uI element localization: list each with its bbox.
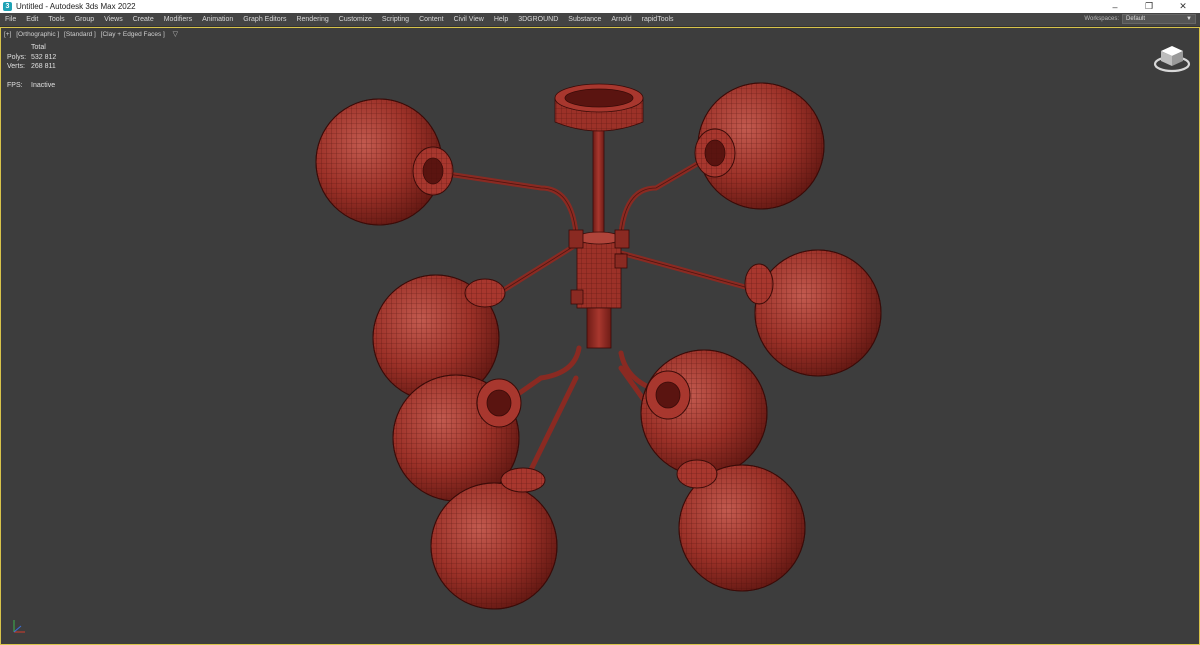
window-title: Untitled - Autodesk 3ds Max 2022 [16,2,136,11]
viewport-point-of-view-menu[interactable]: [Orthographic ] [16,31,59,38]
stats-header: Total [31,44,46,51]
fps-label: FPS: [7,81,23,89]
menu-tools[interactable]: Tools [43,16,69,23]
fps-value: Inactive [31,81,56,89]
menu-edit[interactable]: Edit [21,16,43,23]
viewport-display-menu[interactable]: [Clay + Edged Faces ] [101,31,165,38]
menu-rapidtools[interactable]: rapidTools [637,16,679,23]
workspaces-control: Workspaces: Default ▼ [1084,14,1196,24]
minimize-button[interactable]: – [1098,0,1132,13]
menu-group[interactable]: Group [70,16,99,23]
workspaces-value: Default [1126,16,1146,22]
viewcube-icon[interactable] [1153,42,1191,74]
restore-button[interactable]: ❐ [1132,0,1166,13]
app-window: 3 Untitled - Autodesk 3ds Max 2022 – ❐ ✕… [0,0,1200,645]
menu-substance[interactable]: Substance [563,16,606,23]
menu-help[interactable]: Help [489,16,513,23]
filter-icon[interactable]: ▽ [173,31,178,38]
axis-tripod-icon [13,620,25,633]
menu-rendering[interactable]: Rendering [291,16,333,23]
menu-civil-view[interactable]: Civil View [449,16,489,23]
menu-views[interactable]: Views [99,16,128,23]
workspaces-label: Workspaces: [1084,16,1119,22]
menu-content[interactable]: Content [414,16,449,23]
menu-arnold[interactable]: Arnold [606,16,636,23]
workspaces-dropdown[interactable]: Default ▼ [1122,14,1196,24]
chandelier-model [315,82,882,610]
menu-customize[interactable]: Customize [334,16,377,23]
menu-bar: File Edit Tools Group Views Create Modif… [0,13,1200,27]
chevron-down-icon: ▼ [1186,16,1192,22]
viewport-label-menu[interactable]: [+] [Orthographic ] [Standard ] [Clay + … [4,30,178,38]
perspective-viewport[interactable]: [+] [Orthographic ] [Standard ] [Clay + … [0,27,1200,645]
verts-value: 268 811 [31,63,56,70]
app-logo-icon: 3 [3,2,12,11]
menu-animation[interactable]: Animation [197,16,238,23]
menu-modifiers[interactable]: Modifiers [159,16,197,23]
statistics-overlay: Total Polys: 532 812 Verts: 268 811 FPS: In… [7,43,56,90]
viewport-shading-menu[interactable]: [Standard ] [64,31,96,38]
close-button[interactable]: ✕ [1166,0,1200,13]
viewport-general-menu[interactable]: [+] [4,31,11,38]
polys-label: Polys: [7,53,27,61]
verts-label: Verts: [7,63,25,70]
window-controls: – ❐ ✕ [1098,0,1200,13]
title-bar: 3 Untitled - Autodesk 3ds Max 2022 – ❐ ✕ [0,0,1200,13]
polys-value: 532 812 [31,53,57,61]
menu-file[interactable]: File [0,16,21,23]
menu-3dground[interactable]: 3DGROUND [513,16,563,23]
menu-scripting[interactable]: Scripting [377,16,414,23]
menu-graph-editors[interactable]: Graph Editors [238,16,291,23]
menu-create[interactable]: Create [128,16,159,23]
